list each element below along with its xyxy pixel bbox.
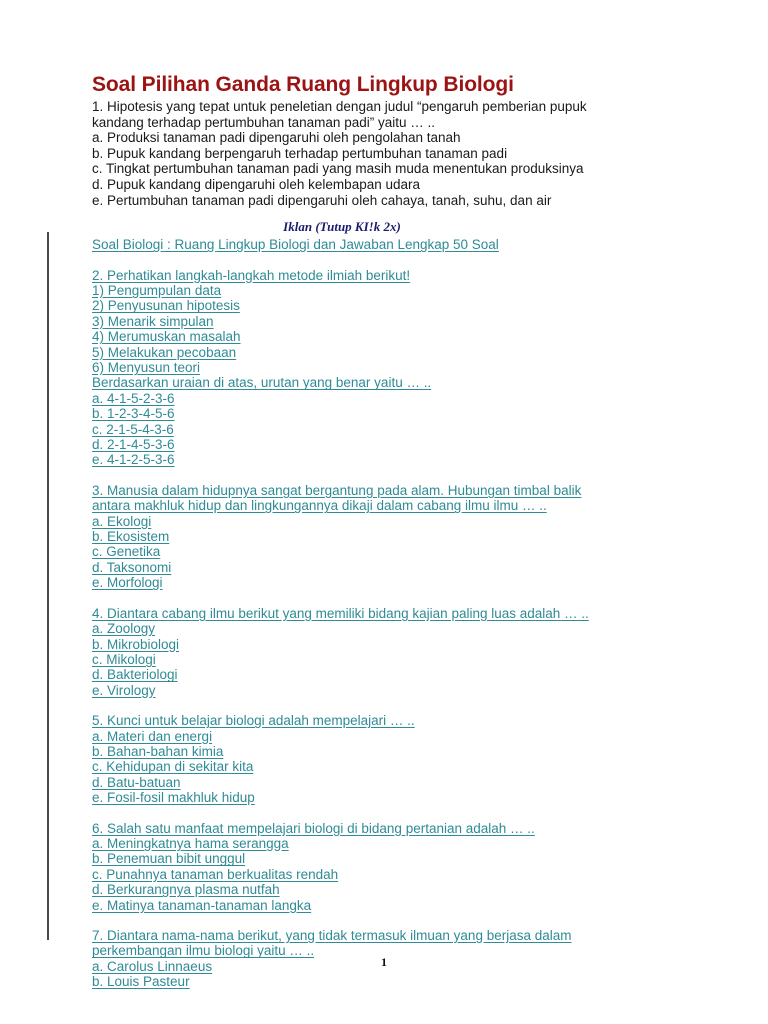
question-2-step-3: 3) Menarik simpulan bbox=[92, 313, 214, 329]
question-5-option-a: a. Materi dan energi bbox=[92, 728, 213, 744]
question-2-instruction: Berdasarkan uraian di atas, urutan yang … bbox=[92, 375, 432, 391]
question-6-option-c: c. Punahnya tanaman berkualitas rendah bbox=[92, 866, 339, 882]
question-4-option-e: e. Virology bbox=[92, 682, 156, 698]
question-2-option-a: a. 4-1-5-2-3-6 bbox=[92, 390, 175, 406]
question-3-option-b: b. Ekosistem bbox=[92, 529, 170, 545]
question-6-option-b: b. Penemuan bibit unggul bbox=[92, 851, 246, 867]
ad-link: Soal Biologi : Ruang Lingkup Biologi dan… bbox=[92, 237, 499, 253]
document-page: Soal Pilihan Ganda Ruang Lingkup Biologi… bbox=[0, 0, 768, 1024]
question-7-option-b: b. Louis Pasteur bbox=[92, 974, 190, 990]
question-5-option-d: d. Batu-batuan bbox=[92, 774, 181, 790]
question-4-option-c: c. Mikologi bbox=[92, 651, 156, 667]
question-4-option-a: a. Zoology bbox=[92, 621, 156, 637]
question-5-stem: 5. Kunci untuk belajar biologi adalah me… bbox=[92, 713, 415, 729]
question-5-option-e: e. Fosil-fosil makhluk hidup bbox=[92, 790, 255, 806]
question-6-stem: 6. Salah satu manfaat mempelajari biolog… bbox=[92, 820, 535, 836]
ad-label: Iklan (Tutup KI!k 2x) bbox=[283, 219, 401, 235]
question-1-option-c: c. Tingkat pertumbuhan tanaman padi yang… bbox=[92, 161, 584, 177]
questions-link-block: Soal Biologi : Ruang Lingkup Biologi dan… bbox=[92, 237, 648, 989]
question-7-stem-line-1: 7. Diantara nama-nama berikut, yang tida… bbox=[92, 928, 572, 943]
question-3-option-e: e. Morfologi bbox=[92, 575, 163, 591]
question-2-step-6: 6) Menyusun teori bbox=[92, 360, 201, 375]
question-2-step-5: 5) Melakukan pecobaan bbox=[92, 344, 237, 360]
question-2-stem: 2. Perhatikan langkah-langkah metode ilm… bbox=[92, 267, 411, 283]
block-spacer-2 bbox=[92, 468, 648, 483]
question-1-stem-line-2: kandang terhadap pertumbuhan tanaman pad… bbox=[92, 114, 435, 130]
question-3-option-a: a. Ekologi bbox=[92, 513, 152, 529]
question-3-stem-line-1: 3. Manusia dalam hidupnya sangat bergant… bbox=[92, 482, 582, 498]
question-2-option-b: b. 1-2-3-4-5-6 bbox=[92, 406, 175, 422]
question-4-option-d: d. Bakteriologi bbox=[92, 667, 178, 683]
question-1-option-b: b. Pupuk kandang berpengaruh terhadap pe… bbox=[92, 145, 508, 161]
page-title: Soal Pilihan Ganda Ruang Lingkup Biologi bbox=[92, 73, 514, 96]
block-spacer-5 bbox=[92, 806, 648, 821]
question-2-step-4: 4) Merumuskan masalah bbox=[92, 329, 241, 345]
document-content: Soal Pilihan Ganda Ruang Lingkup Biologi… bbox=[92, 72, 648, 990]
block-spacer-1 bbox=[92, 253, 648, 268]
question-1-option-d: d. Pupuk kandang dipengaruhi oleh kelemb… bbox=[92, 176, 421, 192]
question-2-step-2: 2) Penyusunan hipotesis bbox=[92, 298, 240, 314]
question-4-stem: 4. Diantara cabang ilmu berikut yang mem… bbox=[92, 605, 589, 621]
question-6-option-a: a. Meningkatnya hama serangga bbox=[92, 835, 289, 851]
question-3-option-c: c. Genetika bbox=[92, 544, 161, 560]
block-spacer-6 bbox=[92, 913, 648, 928]
question-3-option-d: d. Taksonomi bbox=[92, 559, 172, 575]
question-6-option-d: d. Berkurangnya plasma nutfah bbox=[92, 882, 280, 898]
question-2-option-c: c. 2-1-5-4-3-6 bbox=[92, 421, 174, 437]
block-spacer-3 bbox=[92, 591, 648, 606]
question-2-option-d: d. 2-1-4-5-3-6 bbox=[92, 437, 175, 453]
question-1-stem-line-1: 1. Hipotesis yang tepat untuk peneletian… bbox=[92, 99, 587, 114]
question-4-option-b: b. Mikrobiologi bbox=[92, 636, 180, 652]
question-6-option-e: e. Matinya tanaman-tanaman langka bbox=[92, 897, 312, 913]
question-5-option-b: b. Bahan-bahan kimia bbox=[92, 743, 224, 759]
question-5-option-c: c. Kehidupan di sekitar kita bbox=[92, 759, 254, 775]
question-1-option-e: e. Pertumbuhan tanaman padi dipengaruhi … bbox=[92, 192, 552, 208]
question-1-option-a: a. Produksi tanaman padi dipengaruhi ole… bbox=[92, 130, 461, 146]
question-3-stem-line-2: antara makhluk hidup dan lingkungannya d… bbox=[92, 498, 547, 514]
question-2-option-e: e. 4-1-2-5-3-6 bbox=[92, 452, 175, 468]
question-1-block: 1. Hipotesis yang tepat untuk peneletian… bbox=[92, 99, 648, 208]
block-spacer-4 bbox=[92, 698, 648, 713]
left-margin-rule bbox=[47, 232, 49, 940]
page-number: 1 bbox=[381, 955, 387, 969]
question-2-step-1: 1) Pengumpulan data bbox=[92, 282, 222, 298]
